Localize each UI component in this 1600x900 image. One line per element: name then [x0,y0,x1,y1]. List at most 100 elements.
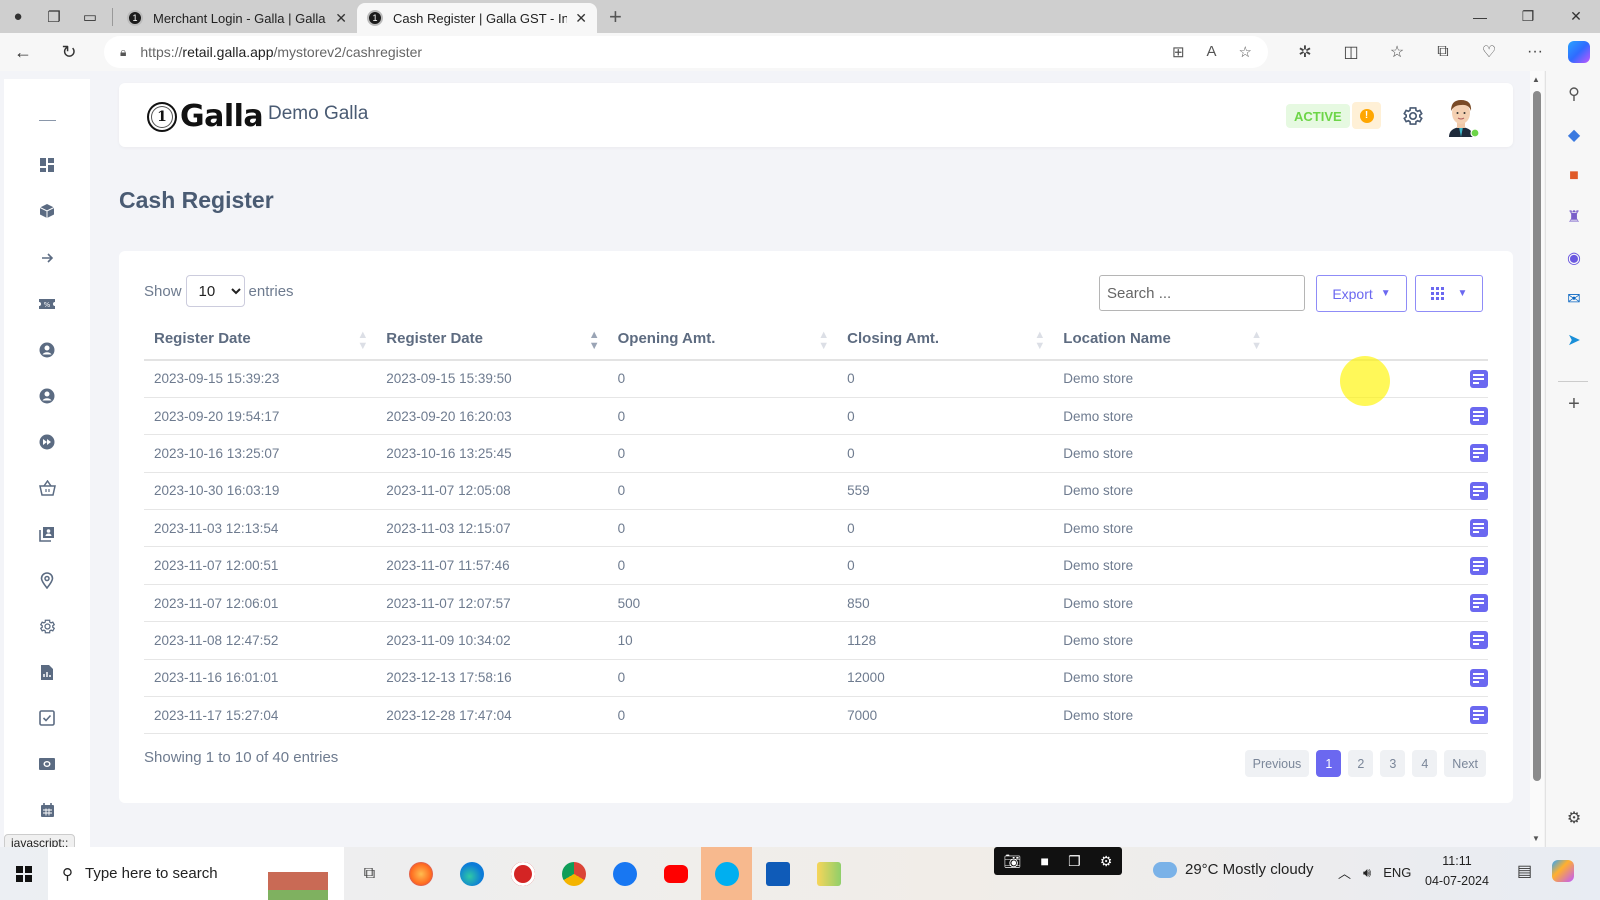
url-text[interactable]: https://retail.galla.app/mystorev2/cashr… [140,44,422,60]
address-bar[interactable]: 🔒︎ https://retail.galla.app/mystorev2/ca… [104,36,1268,68]
search-input[interactable] [1099,275,1305,311]
firefox-app[interactable] [395,847,446,900]
sidebar-item-orders[interactable] [4,473,90,503]
app-available-icon[interactable]: ⊞ [1172,43,1185,61]
view-details-icon[interactable] [1470,706,1488,725]
games-icon[interactable]: ♜ [1563,206,1585,228]
sidebar-item-tasks[interactable] [4,703,90,733]
sidebar-item-locations[interactable] [4,565,90,595]
lock-icon[interactable]: 🔒︎ [120,45,126,60]
settings-button[interactable] [1400,103,1426,129]
clock[interactable]: 11:11 04-07-2024 [1425,851,1489,891]
sidebar-collapse-icon[interactable] [4,105,90,135]
pagination-page-1[interactable]: 1 [1316,750,1342,777]
user-avatar[interactable] [1441,95,1481,139]
view-details-icon[interactable] [1470,556,1488,575]
pagination-page-3[interactable]: 3 [1380,750,1406,777]
galla-logo[interactable]: 1 Galla [147,99,264,134]
page-size-select[interactable]: 10 [185,275,245,307]
store-app[interactable] [752,847,803,900]
favorite-star-icon[interactable]: ☆ [1239,43,1252,61]
shopping-tag-icon[interactable]: ◆ [1563,124,1585,146]
notifications-icon[interactable]: ▤ [1517,861,1532,881]
view-details-icon[interactable] [1470,668,1488,687]
pagination-next[interactable]: Next [1444,750,1486,777]
camera-icon[interactable]: 📷︎ [1004,853,1022,870]
minimize-icon[interactable]: — [1456,0,1504,33]
task-view-button[interactable]: ⧉ [344,847,395,900]
close-window-icon[interactable]: ✕ [1552,0,1600,33]
new-tab-button[interactable]: + [609,4,622,30]
copilot-icon[interactable] [1568,41,1590,63]
sidebar-item-reports[interactable] [4,657,90,687]
browser-tab-cash-register[interactable]: 1 Cash Register | Galla GST - Invent ✕ [357,3,597,33]
copilot-taskbar-icon[interactable] [1552,860,1574,882]
page-scrollbar[interactable]: ▲ ▼ [1530,71,1544,847]
profile-icon[interactable]: ● [0,0,36,33]
more-menu-icon[interactable]: ··· [1512,43,1558,61]
alert-button[interactable]: ! [1352,102,1381,129]
view-details-icon[interactable] [1470,519,1488,538]
sidebar-item-contacts[interactable] [4,519,90,549]
edge-app[interactable] [446,847,497,900]
column-visibility-button[interactable]: ▼ [1415,275,1483,312]
scroll-up-icon[interactable]: ▲ [1532,75,1540,84]
pagination-page-4[interactable]: 4 [1412,750,1438,777]
sidebar-item-cash-register[interactable] [4,749,90,779]
pagination-previous[interactable]: Previous [1244,750,1310,777]
sidebar-item-discounts[interactable]: % [4,289,90,319]
scroll-down-icon[interactable]: ▼ [1532,834,1540,843]
taskbar-search[interactable]: ⚲ Type here to search [48,847,344,900]
facebook-app[interactable] [599,847,650,900]
view-details-icon[interactable] [1470,594,1488,613]
view-details-icon[interactable] [1470,631,1488,650]
sidebar-item-quick-sale[interactable] [4,427,90,457]
view-details-icon[interactable] [1470,407,1488,426]
microsoft365-icon[interactable]: ◉ [1563,247,1585,269]
column-header-location-name[interactable]: Location Name ▲ ▼ [1053,318,1270,361]
sidebar-item-calendar[interactable] [4,795,90,825]
favorites-icon[interactable]: ☆ [1374,42,1420,62]
sidebar-item-products[interactable] [4,196,90,226]
refresh-icon[interactable]: ↻ [46,42,92,63]
extensions-icon[interactable]: ✲ [1282,42,1328,62]
window-capture-icon[interactable]: ❐ [1068,853,1081,870]
search-icon[interactable]: ⚲ [1563,83,1585,105]
column-header-register-date[interactable]: Register Date ▲ ▼ [144,318,377,361]
column-header-opening-amt[interactable]: Opening Amt. ▲ ▼ [607,318,838,361]
video-icon[interactable]: ■ [1041,853,1049,869]
view-details-icon[interactable] [1470,369,1488,388]
workspaces-icon[interactable]: ❐ [36,0,72,33]
sidebar-item-transfer[interactable] [4,243,90,273]
browser-essentials-icon[interactable]: ♡ [1466,42,1512,62]
close-tab-icon[interactable]: ✕ [335,10,347,27]
view-details-icon[interactable] [1470,481,1488,500]
tab-actions-icon[interactable]: ▭ [72,0,108,33]
outlook-icon[interactable]: ✉ [1563,288,1585,310]
start-button[interactable] [0,865,48,882]
back-icon[interactable]: ← [0,42,46,63]
column-header-register-date-close[interactable]: Register Date ▲ ▼ [376,318,608,361]
volume-icon[interactable]: 🔊︎ [1363,865,1371,881]
pagination-page-2[interactable]: 2 [1348,750,1374,777]
tray-overflow-icon[interactable]: ︿ [1338,863,1351,882]
weather-widget[interactable]: 29°C Mostly cloudy [1153,854,1314,878]
send-icon[interactable]: ➤ [1563,329,1585,351]
restore-icon[interactable]: ❐ [1504,0,1552,33]
view-details-icon[interactable] [1470,444,1488,463]
chrome-app[interactable] [548,847,599,900]
sidebar-item-customers[interactable] [4,335,90,365]
language-indicator[interactable]: ENG [1383,865,1411,880]
skype-app[interactable] [701,847,752,900]
recorder-app[interactable] [497,847,548,900]
sidebar-item-settings[interactable] [4,611,90,641]
collections-icon[interactable]: ⧉ [1420,43,1466,61]
split-screen-icon[interactable]: ◫ [1328,42,1374,62]
column-header-closing-amt[interactable]: Closing Amt. ▲ ▼ [837,318,1054,361]
capture-settings-icon[interactable]: ⚙ [1100,853,1113,870]
tools-icon[interactable]: ■ [1563,165,1585,187]
sidebar-item-dashboard[interactable] [4,150,90,180]
sidebar-settings-icon[interactable]: ⚙ [1563,807,1585,829]
close-tab-icon[interactable]: ✕ [575,10,587,27]
browser-tab-merchant-login[interactable]: 1 Merchant Login - Galla | Galla GS ✕ [117,3,357,33]
